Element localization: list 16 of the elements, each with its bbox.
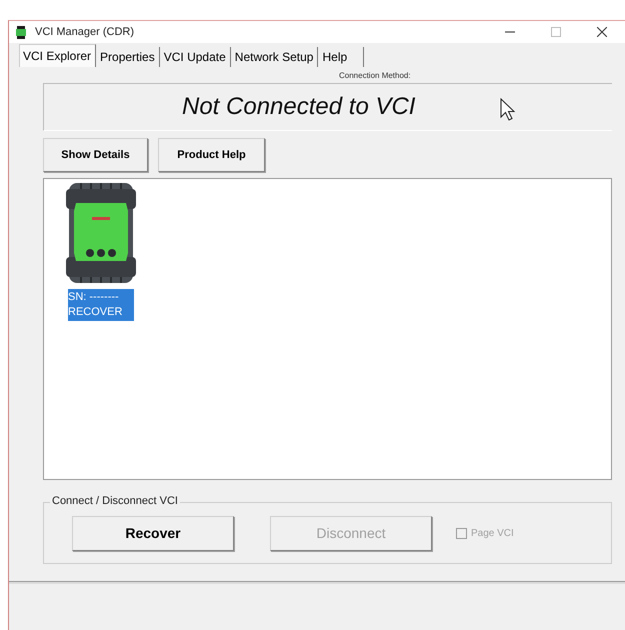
close-icon[interactable] — [597, 27, 607, 37]
device-serial: SN: -------- — [68, 290, 120, 305]
window-title: VCI Manager (CDR) — [35, 26, 136, 38]
cursor-icon — [500, 98, 516, 122]
action-button[interactable]: Recover — [72, 516, 234, 550]
device-name: RECOVER — [68, 305, 124, 320]
tab[interactable]: VCI Update — [160, 47, 231, 67]
device-label[interactable]: SN: -------- RECOVER — [68, 289, 134, 321]
tab[interactable]: VCI Explorer — [19, 44, 96, 67]
connection-method-label: Connection Method: — [338, 71, 412, 82]
app-icon — [15, 26, 27, 38]
group-title: Connect / Disconnect VCI — [50, 495, 180, 507]
toolbar-button[interactable]: Product Help — [158, 138, 265, 172]
connection-status-text: Not Connected to VCI — [182, 93, 416, 121]
toolbar-button[interactable]: Show Details — [43, 138, 148, 172]
checkbox-label: Page VCI — [471, 528, 514, 538]
